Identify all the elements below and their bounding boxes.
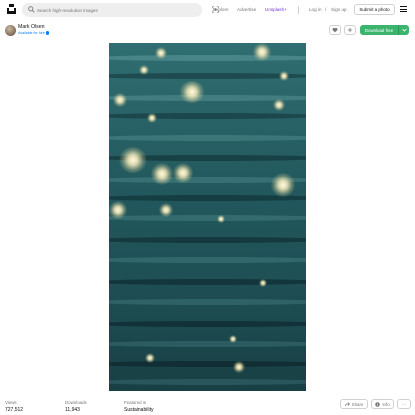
sparkle xyxy=(159,203,173,217)
signup-link[interactable]: Sign up xyxy=(331,7,347,12)
nav-explore-link[interactable]: Explore xyxy=(213,7,229,12)
wave xyxy=(109,361,306,367)
search-input[interactable] xyxy=(37,4,187,16)
wave xyxy=(109,379,306,385)
menu-icon[interactable] xyxy=(400,6,407,12)
top-nav-bar: Explore Advertise Unsplash+ Log in / Sig… xyxy=(0,0,415,20)
share-button[interactable]: Share xyxy=(340,399,368,409)
downloads-value: 11,943 xyxy=(65,407,80,413)
sparkle xyxy=(253,43,271,61)
wave xyxy=(109,237,306,243)
wave xyxy=(109,135,306,141)
hire-label: Available for hire xyxy=(18,31,45,35)
heart-icon xyxy=(332,27,338,33)
wave xyxy=(109,73,306,79)
main-photo[interactable] xyxy=(109,43,306,391)
sparkle xyxy=(147,113,157,123)
wave xyxy=(109,299,306,305)
info-icon xyxy=(375,401,381,407)
download-size-dropdown[interactable] xyxy=(398,25,409,35)
sparkle xyxy=(259,279,267,287)
author-name[interactable]: Mark Olsen xyxy=(18,24,45,30)
downloads-label: Downloads xyxy=(65,400,87,405)
add-to-collection-button[interactable] xyxy=(344,25,356,35)
info-label: Info xyxy=(382,401,390,407)
plus-icon xyxy=(347,27,353,33)
sparkle xyxy=(279,71,289,81)
views-label: Views xyxy=(5,400,17,405)
sparkle xyxy=(145,353,155,363)
sparkle xyxy=(155,47,167,59)
share-icon xyxy=(344,401,350,406)
sparkle xyxy=(119,147,147,173)
sparkle xyxy=(173,163,193,183)
wave xyxy=(109,279,306,285)
more-actions-button[interactable]: ··· xyxy=(397,399,411,409)
wave xyxy=(109,215,306,221)
featured-collection-link[interactable]: Sustainability xyxy=(124,407,153,413)
nav-unsplash-plus-link[interactable]: Unsplash+ xyxy=(265,7,287,12)
sparkle xyxy=(217,215,225,223)
sparkle xyxy=(139,65,149,75)
info-button[interactable]: Info xyxy=(371,399,394,409)
sparkle xyxy=(271,173,295,197)
like-button[interactable] xyxy=(329,25,341,35)
wave xyxy=(109,113,306,119)
avatar[interactable] xyxy=(5,25,16,36)
search-bar[interactable] xyxy=(22,3,219,17)
more-actions-label: ··· xyxy=(401,401,407,407)
wave xyxy=(109,321,306,327)
featured-label: Featured in xyxy=(124,400,147,405)
sparkle xyxy=(273,99,285,111)
login-signup-separator: / xyxy=(325,7,327,12)
sparkle xyxy=(113,93,127,107)
sparkle xyxy=(109,201,127,219)
available-for-hire-link[interactable]: Available for hire xyxy=(18,31,50,35)
wave xyxy=(109,257,306,263)
sparkle xyxy=(151,163,173,185)
wave xyxy=(109,55,306,61)
verified-check-icon xyxy=(45,31,50,35)
unsplash-logo[interactable] xyxy=(7,4,16,14)
nav-advertise-link[interactable]: Advertise xyxy=(237,7,256,12)
sparkle xyxy=(229,335,237,343)
share-label: Share xyxy=(351,401,364,407)
search-icon[interactable] xyxy=(28,6,35,13)
sparkle xyxy=(179,81,205,103)
submit-photo-button[interactable]: Submit a photo xyxy=(354,4,395,15)
views-value: 727,512 xyxy=(5,407,24,413)
login-link[interactable]: Log in xyxy=(309,7,322,12)
wave xyxy=(109,195,306,201)
nav-divider xyxy=(298,6,299,14)
chevron-down-icon xyxy=(401,28,407,32)
sparkle xyxy=(233,361,245,373)
download-button[interactable]: Download free xyxy=(360,25,398,35)
wave xyxy=(109,341,306,347)
